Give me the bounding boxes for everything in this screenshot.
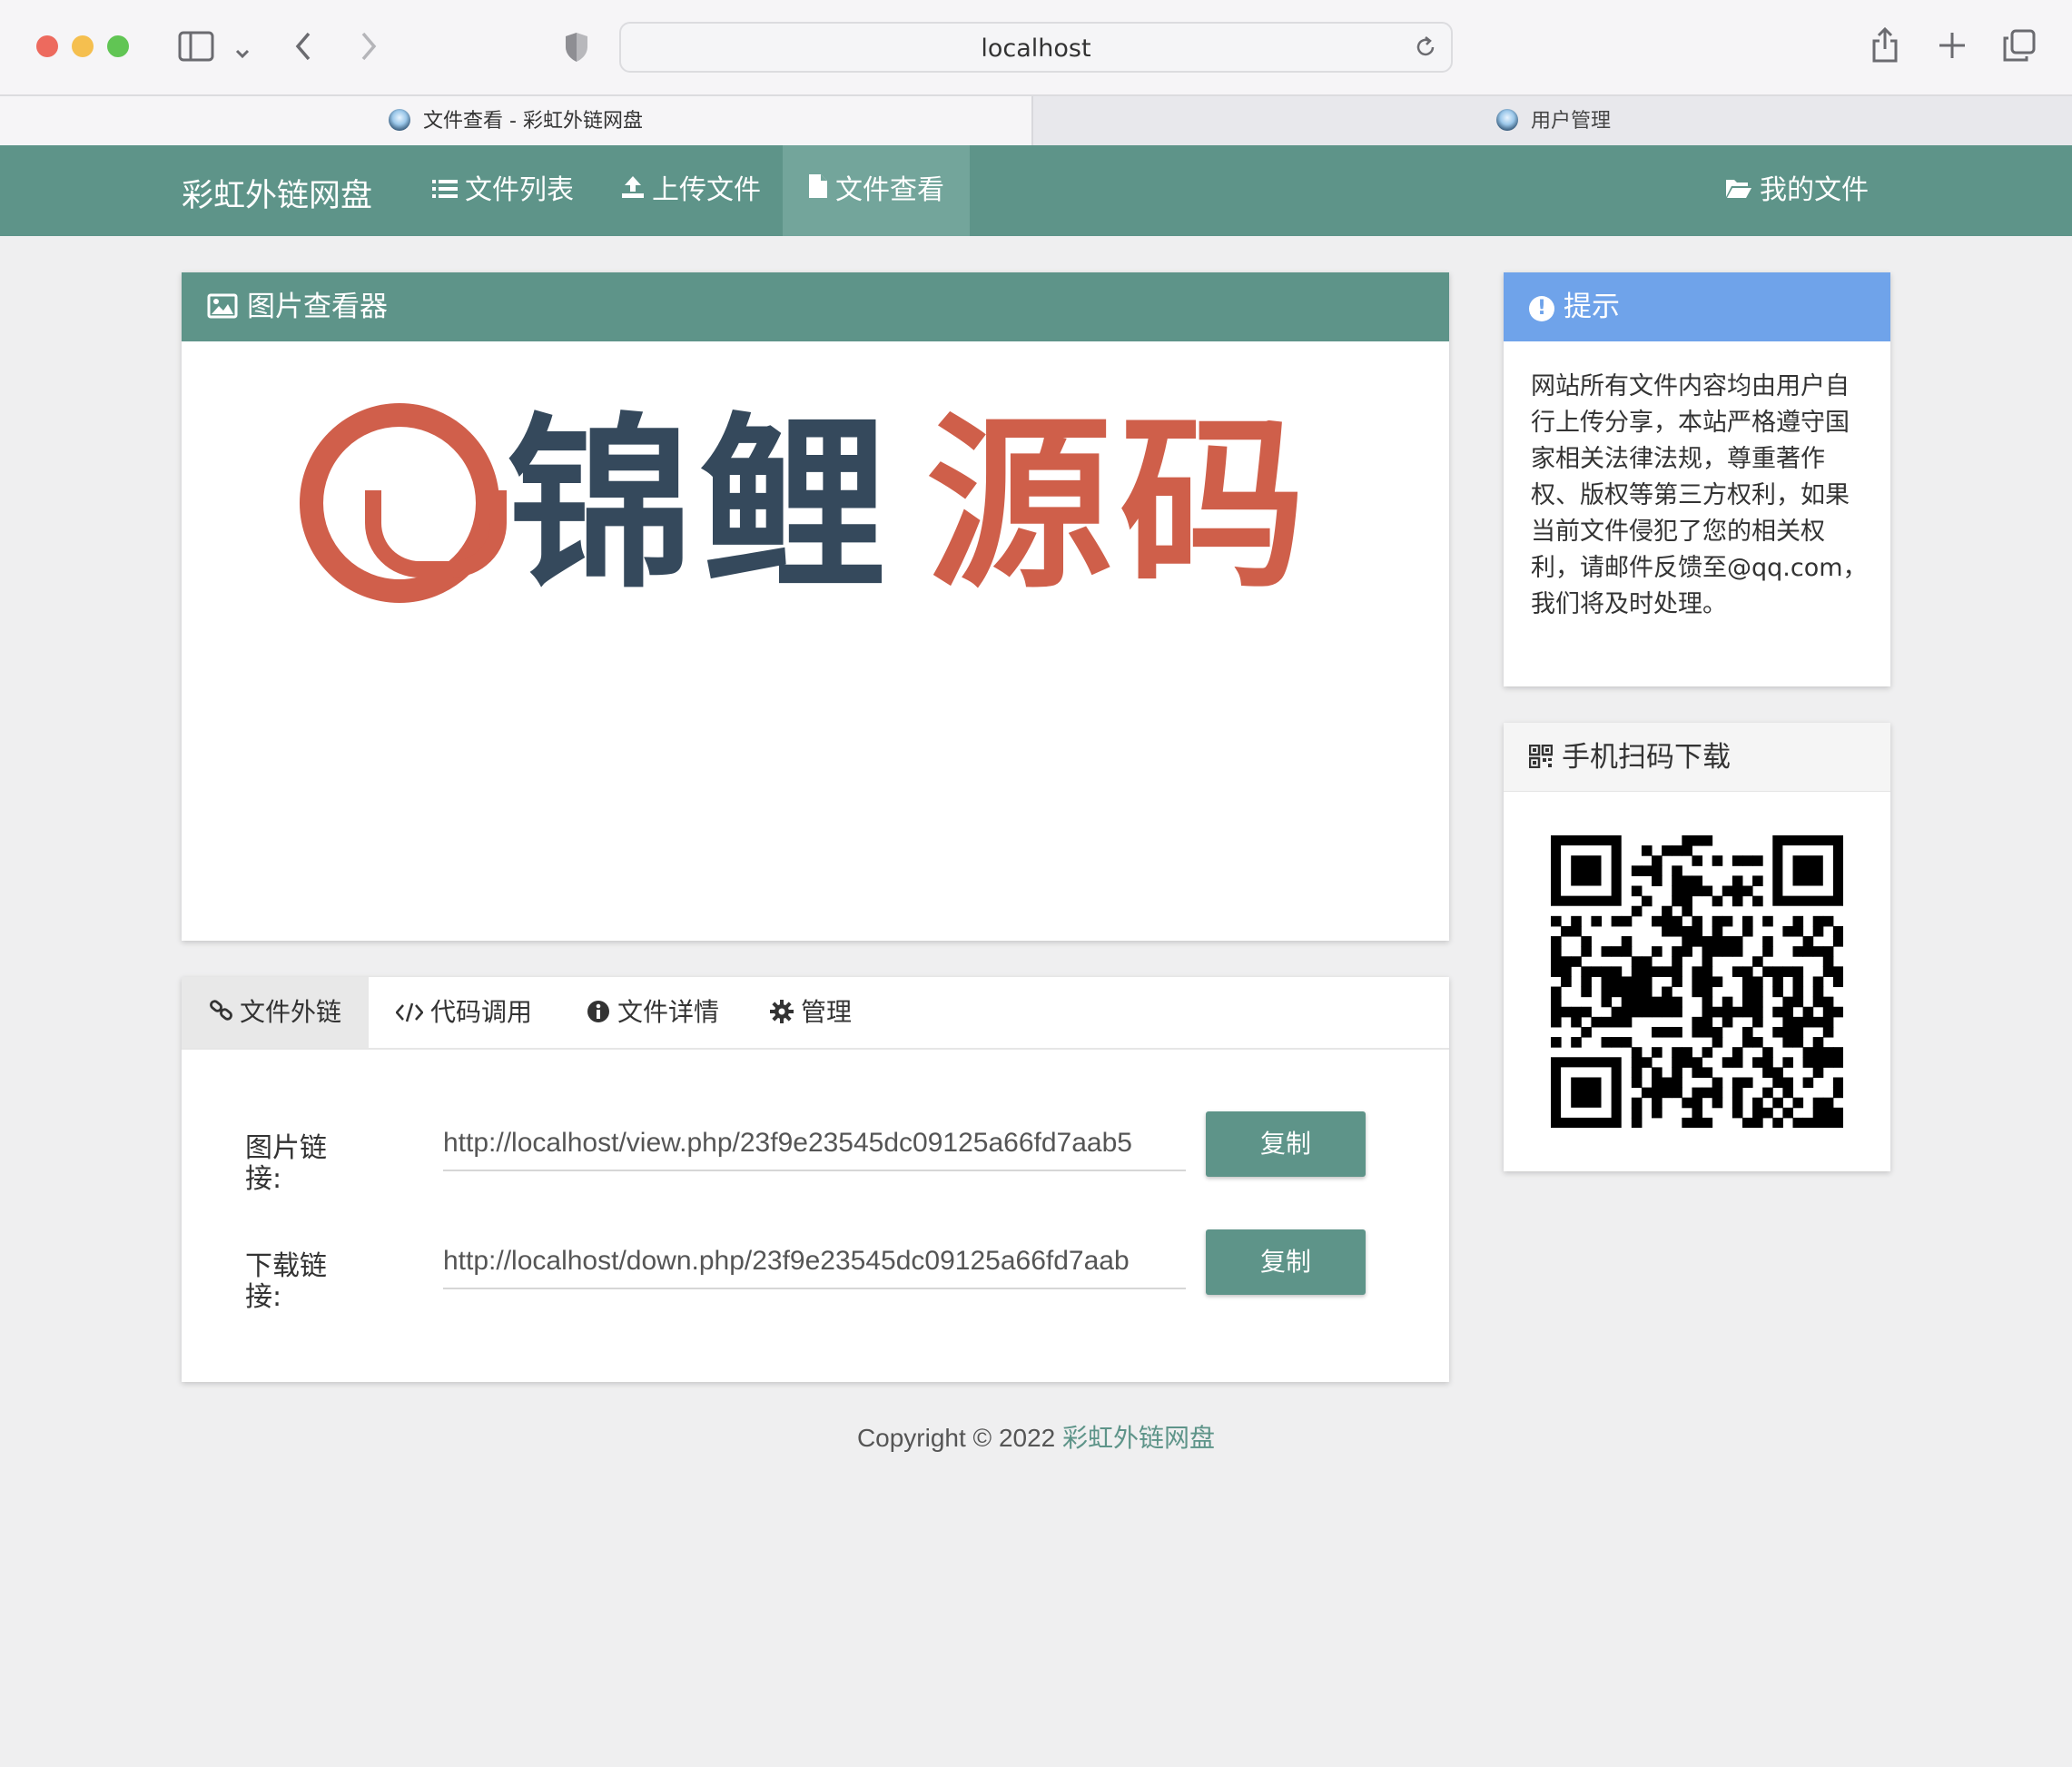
displayed-image[interactable]: 锦鲤 源码 xyxy=(300,396,1335,614)
nav-label: 我的文件 xyxy=(1760,174,1869,206)
nav-label: 文件列表 xyxy=(465,174,574,206)
logo-mark xyxy=(300,403,507,603)
logo-text-red: 源码 xyxy=(926,396,1313,614)
nav-file-list[interactable]: 文件列表 xyxy=(407,145,599,236)
forward-icon[interactable] xyxy=(358,31,380,67)
nav-upload-file[interactable]: 上传文件 xyxy=(596,145,786,236)
browser-tab-bar: 文件查看 - 彩虹外链网盘 用户管理 xyxy=(0,94,2072,147)
qrcode-icon xyxy=(1528,725,1554,794)
tab-label: 管理 xyxy=(801,997,853,1027)
tab-file-details[interactable]: 文件详情 xyxy=(559,977,746,1048)
minimize-window-button[interactable] xyxy=(72,35,94,57)
sidebar-toggle-icon[interactable] xyxy=(178,31,214,67)
browser-tab-label: 文件查看 - 彩虹外链网盘 xyxy=(423,110,643,133)
qr-download-card: 手机扫码下载 xyxy=(1504,723,1890,1171)
qr-header: 手机扫码下载 xyxy=(1504,723,1890,792)
copy-image-link-button[interactable]: 复制 xyxy=(1206,1111,1366,1177)
reload-icon[interactable] xyxy=(1413,35,1438,64)
browser-tab-user-admin[interactable]: 用户管理 xyxy=(1035,96,2072,147)
shield-icon[interactable] xyxy=(563,31,590,69)
site-navbar: 彩虹外链网盘 文件列表 上传文件 文件查看 我的文件 xyxy=(0,145,2072,236)
site-brand[interactable]: 彩虹外链网盘 xyxy=(182,170,372,216)
maximize-window-button[interactable] xyxy=(107,35,129,57)
tab-overview-icon[interactable] xyxy=(2003,29,2036,67)
info-icon xyxy=(587,980,610,1051)
chevron-down-icon[interactable] xyxy=(234,36,251,67)
download-link-input[interactable]: http://localhost/down.php/23f9e23545dc09… xyxy=(443,1239,1186,1289)
logo-text-dark: 锦鲤 xyxy=(507,396,893,614)
tab-manage[interactable]: 管理 xyxy=(743,977,879,1048)
notice-body: 网站所有文件内容均由用户自行上传分享，本站严格遵守国家相关法律法规，尊重著作权、… xyxy=(1531,372,1868,618)
file-icon xyxy=(808,146,828,237)
browser-chrome: localhost xyxy=(0,0,2072,96)
image-link-row: 图片链接: http://localhost/view.php/23f9e235… xyxy=(182,1111,1449,1195)
tab-label: 文件详情 xyxy=(617,997,720,1027)
list-icon xyxy=(432,146,458,237)
favicon-icon xyxy=(1495,109,1518,131)
upload-icon xyxy=(621,146,645,237)
tab-label: 代码调用 xyxy=(430,997,533,1027)
qr-title: 手机扫码下载 xyxy=(1562,741,1731,774)
share-icon[interactable] xyxy=(1870,25,1899,69)
copy-download-link-button[interactable]: 复制 xyxy=(1206,1229,1366,1295)
code-icon xyxy=(395,979,424,1050)
tab-label: 文件外链 xyxy=(240,997,342,1027)
image-link-label: 图片链接: xyxy=(245,1132,327,1195)
back-icon[interactable] xyxy=(292,31,314,67)
file-links-card: 文件外链 代码调用 文件详情 管理 图片链接: http://localhost… xyxy=(182,977,1449,1382)
download-link-row: 下载链接: http://localhost/down.php/23f9e235… xyxy=(182,1229,1449,1313)
footer: Copyright © 2022 彩虹外链网盘 xyxy=(0,1418,2072,1455)
image-link-input[interactable]: http://localhost/view.php/23f9e23545dc09… xyxy=(443,1120,1186,1171)
nav-label: 上传文件 xyxy=(652,174,761,206)
qr-code xyxy=(1551,835,1844,1129)
notice-title: 提示 xyxy=(1564,291,1620,323)
notice-card: ! 提示 网站所有文件内容均由用户自行上传分享，本站严格遵守国家相关法律法规，尊重… xyxy=(1504,272,1890,686)
notice-header: ! 提示 xyxy=(1504,272,1890,341)
image-viewer-card: 图片查看器 锦鲤 源码 xyxy=(182,272,1449,941)
browser-tab-file-view[interactable]: 文件查看 - 彩虹外链网盘 xyxy=(0,96,1033,147)
nav-my-files[interactable]: 我的文件 xyxy=(1700,145,1894,236)
footer-site-link[interactable]: 彩虹外链网盘 xyxy=(1062,1424,1215,1452)
exclamation-circle-icon: ! xyxy=(1529,296,1554,321)
copyright-text: Copyright © 2022 xyxy=(856,1424,1063,1452)
url-text: localhost xyxy=(981,35,1091,63)
address-bar[interactable]: localhost xyxy=(619,22,1453,73)
gear-icon xyxy=(770,980,794,1051)
image-viewer-header: 图片查看器 xyxy=(182,272,1449,341)
close-window-button[interactable] xyxy=(36,35,58,57)
folder-open-icon xyxy=(1725,146,1752,237)
link-tabs: 文件外链 代码调用 文件详情 管理 xyxy=(182,977,1449,1050)
nav-label: 文件查看 xyxy=(835,174,944,206)
tab-file-link[interactable]: 文件外链 xyxy=(182,977,370,1050)
new-tab-icon[interactable] xyxy=(1938,31,1967,65)
image-viewer-title: 图片查看器 xyxy=(247,291,388,323)
link-icon xyxy=(209,979,234,1050)
favicon-icon xyxy=(389,109,411,131)
image-icon xyxy=(207,275,238,344)
download-link-label: 下载链接: xyxy=(245,1250,327,1313)
nav-file-view[interactable]: 文件查看 xyxy=(783,145,970,236)
tab-code-embed[interactable]: 代码调用 xyxy=(369,977,559,1048)
browser-tab-label: 用户管理 xyxy=(1530,110,1611,133)
